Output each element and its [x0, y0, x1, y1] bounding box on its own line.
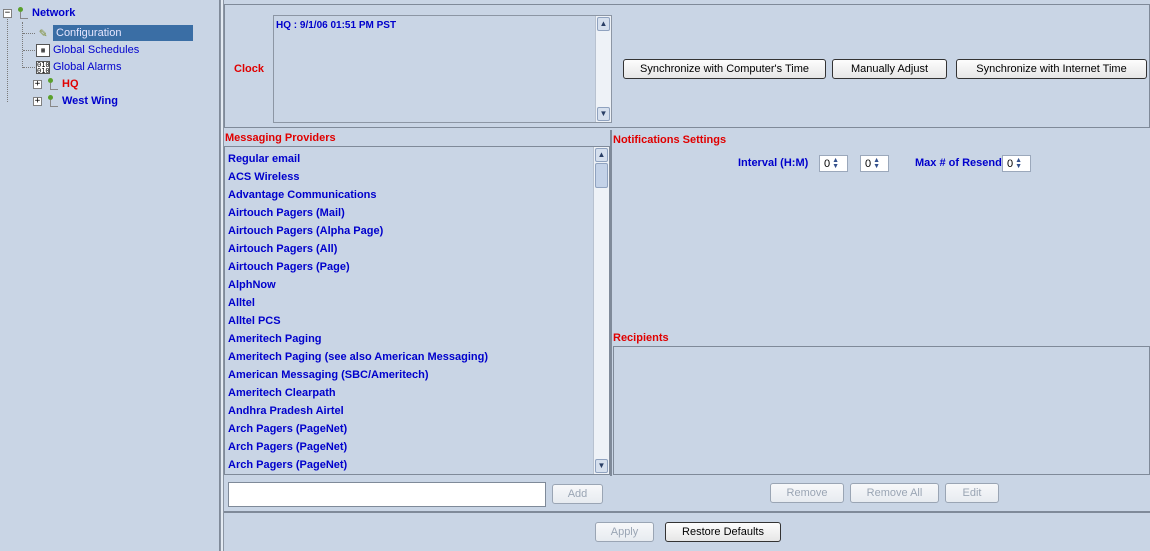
provider-item[interactable]: American Messaging (SBC/Ameritech)	[228, 366, 429, 384]
clock-scrollbar[interactable]: ▲ ▼	[595, 16, 611, 122]
manually-adjust-button[interactable]: Manually Adjust	[832, 59, 947, 79]
clock-display[interactable]: HQ : 9/1/06 01:51 PM PST ▲ ▼	[273, 15, 612, 123]
recipients-list[interactable]	[613, 346, 1150, 475]
scroll-thumb[interactable]	[595, 163, 608, 188]
provider-name-input[interactable]	[228, 482, 546, 507]
clock-label: Clock	[234, 63, 264, 75]
interval-minutes-value: 0	[865, 157, 872, 170]
collapse-icon[interactable]: −	[3, 8, 12, 18]
expand-icon[interactable]: +	[33, 96, 42, 106]
edit-button[interactable]: Edit	[945, 483, 999, 503]
provider-item[interactable]: Regular email	[228, 150, 300, 168]
providers-scrollbar[interactable]: ▲ ▼	[593, 147, 609, 474]
recipients-title: Recipients	[613, 332, 669, 344]
network-icon	[45, 94, 59, 108]
footer-divider	[224, 511, 1150, 513]
provider-item[interactable]: Alltel	[228, 294, 255, 312]
provider-item[interactable]: Alltel PCS	[228, 312, 281, 330]
scroll-up-icon[interactable]: ▲	[597, 17, 610, 31]
remove-button[interactable]: Remove	[770, 483, 844, 503]
interval-hours-value: 0	[824, 157, 831, 170]
expand-icon[interactable]: +	[33, 79, 42, 89]
interval-label: Interval (H:M)	[738, 157, 809, 169]
spinner-arrows-icon[interactable]: ▲ ▼	[1015, 157, 1023, 170]
restore-defaults-button[interactable]: Restore Defaults	[665, 522, 781, 542]
provider-item[interactable]: Andhra Pradesh Airtel	[228, 402, 344, 420]
binary-icon: 010 010	[36, 60, 50, 75]
tree-connector	[22, 22, 23, 68]
provider-item[interactable]: Arch Pagers (PageNet)	[228, 456, 347, 474]
provider-item[interactable]: Advantage Communications	[228, 186, 377, 204]
scroll-down-icon[interactable]: ▼	[597, 107, 610, 121]
interval-hours-spinner[interactable]: 0 ▲ ▼	[819, 155, 848, 172]
provider-item[interactable]: Ameritech Paging	[228, 330, 322, 348]
tree-connector	[23, 67, 35, 68]
max-resend-spinner[interactable]: 0 ▲ ▼	[1002, 155, 1031, 172]
tree-item-label: Global Schedules	[53, 44, 140, 56]
provider-item[interactable]: Airtouch Pagers (Mail)	[228, 204, 345, 222]
tree-site-west-wing[interactable]: + West Wing	[33, 93, 118, 109]
tree-site-label: West Wing	[62, 95, 118, 107]
tree-connector	[23, 50, 35, 51]
max-resend-label: Max # of Resend	[915, 157, 1002, 169]
tree-item-global-alarms[interactable]: 010 010 Global Alarms	[36, 59, 121, 75]
tree-site-hq[interactable]: + HQ	[33, 76, 79, 92]
remove-all-button[interactable]: Remove All	[850, 483, 939, 503]
messaging-providers-title: Messaging Providers	[225, 132, 336, 144]
wrench-icon: ✎	[39, 25, 47, 41]
tree-connector	[23, 33, 35, 34]
tree-root-label: Network	[32, 7, 76, 19]
configuration-pane: Clock HQ : 9/1/06 01:51 PM PST ▲ ▼ Synch…	[224, 0, 1150, 551]
interval-minutes-spinner[interactable]: 0 ▲ ▼	[860, 155, 889, 172]
calendar-icon: ▦	[36, 43, 50, 57]
provider-item[interactable]: Airtouch Pagers (All)	[228, 240, 337, 258]
notifications-settings-title: Notifications Settings	[613, 134, 727, 146]
add-button[interactable]: Add	[552, 484, 603, 504]
provider-item[interactable]: Ameritech Clearpath	[228, 384, 336, 402]
provider-item[interactable]: Ameritech Paging (see also American Mess…	[228, 348, 488, 366]
spinner-arrows-icon[interactable]: ▲ ▼	[832, 157, 840, 170]
tree-connector	[7, 12, 8, 102]
provider-item[interactable]: Arch Pagers (PageNet)	[228, 438, 347, 456]
sync-computer-time-button[interactable]: Synchronize with Computer's Time	[623, 59, 826, 79]
apply-button[interactable]: Apply	[595, 522, 654, 542]
provider-item[interactable]: Airtouch Pagers (Alpha Page)	[228, 222, 383, 240]
max-resend-value: 0	[1007, 157, 1014, 170]
tree-item-global-schedules[interactable]: ▦ Global Schedules	[36, 42, 139, 58]
provider-item[interactable]: Airtouch Pagers (Page)	[228, 258, 350, 276]
provider-item[interactable]: AlphNow	[228, 276, 276, 294]
network-icon	[45, 77, 59, 91]
tree-site-label: HQ	[62, 78, 79, 90]
network-icon	[15, 6, 29, 20]
scroll-up-icon[interactable]: ▲	[595, 148, 608, 162]
clock-text: HQ : 9/1/06 01:51 PM PST	[276, 20, 397, 31]
provider-item[interactable]: Arch Pagers (PageNet)	[228, 420, 347, 438]
tree-item-label: Configuration	[53, 25, 193, 41]
tree-item-label: Global Alarms	[53, 61, 122, 73]
spinner-arrows-icon[interactable]: ▲ ▼	[873, 157, 881, 170]
provider-item[interactable]: ACS Wireless	[228, 168, 299, 186]
clock-panel: Clock HQ : 9/1/06 01:51 PM PST ▲ ▼ Synch…	[224, 4, 1150, 128]
scroll-down-icon[interactable]: ▼	[595, 459, 608, 473]
vertical-divider	[610, 130, 612, 476]
navigation-tree: − Network ✎ Configuration ▦ Global Sched…	[0, 0, 220, 551]
providers-list[interactable]: Regular email ACS Wireless Advantage Commu…	[224, 146, 610, 475]
tree-root-network[interactable]: − Network	[3, 5, 75, 21]
tree-item-configuration[interactable]: ✎ Configuration	[36, 25, 193, 41]
sync-internet-time-button[interactable]: Synchronize with Internet Time	[956, 59, 1147, 79]
